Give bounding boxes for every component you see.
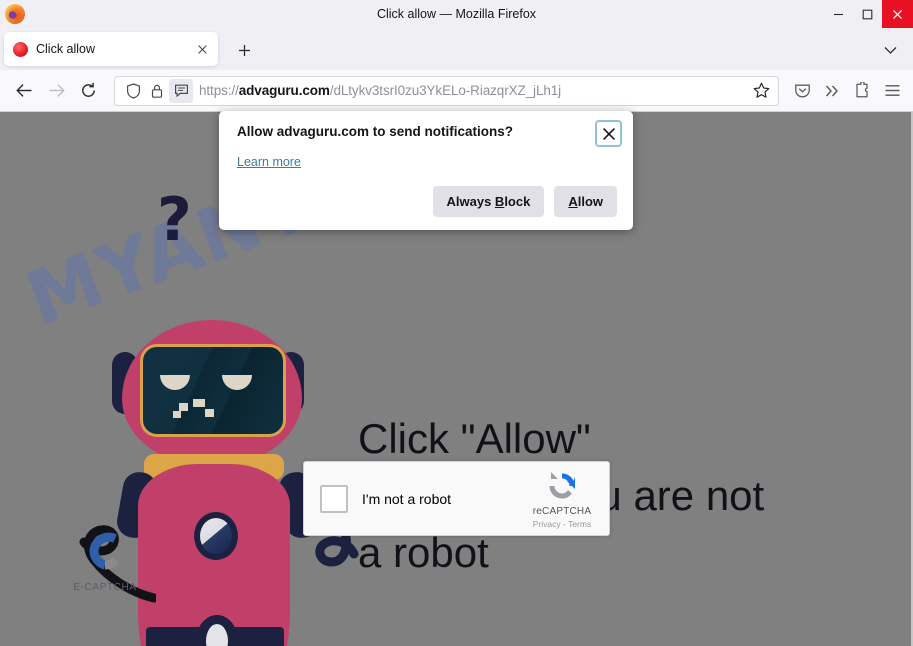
tab-strip: Click allow [0, 28, 913, 70]
recaptcha-label: I'm not a robot [362, 490, 452, 507]
minimize-button[interactable] [824, 0, 853, 28]
site-permissions-icon[interactable] [169, 78, 193, 103]
title-bar: Click allow — Mozilla Firefox [0, 0, 913, 28]
allow-suffix: llow [577, 194, 603, 209]
robot-chest-light [194, 512, 238, 560]
robot-mouth-pixel-1 [179, 403, 188, 411]
url-domain: advaguru.com [238, 82, 330, 98]
close-window-button[interactable] [882, 0, 913, 28]
tracking-protection-shield-icon[interactable] [121, 79, 145, 103]
always-block-suffix: lock [504, 194, 531, 209]
robot-visor [140, 344, 286, 437]
robot-belt-buckle-inner [206, 624, 228, 646]
url-text[interactable]: https://advaguru.com/dLtykv3tsrI0zu3YkEL… [199, 77, 748, 105]
firefox-logo-icon [5, 4, 25, 24]
ecaptcha-c-icon [82, 527, 128, 573]
recaptcha-brand-name: reCAPTCHA [532, 506, 592, 517]
robot-mouth-pixel-3 [173, 411, 181, 418]
window-controls [824, 0, 913, 28]
recaptcha-checkbox[interactable] [320, 484, 348, 513]
toolbar-right-actions [787, 76, 913, 106]
bookmark-star-icon[interactable] [748, 78, 774, 104]
window-title: Click allow — Mozilla Firefox [376, 7, 537, 21]
extensions-puzzle-icon[interactable] [847, 76, 877, 106]
recaptcha-branding: reCAPTCHA Privacy - Terms [523, 468, 609, 529]
pocket-save-icon[interactable] [787, 76, 817, 106]
tab-favicon-icon [13, 41, 28, 57]
tab-click-allow[interactable]: Click allow [4, 32, 218, 66]
maximize-button[interactable] [853, 0, 882, 28]
always-block-button[interactable]: Always Block [432, 186, 545, 217]
always-block-prefix: Always [446, 194, 495, 209]
back-button[interactable] [8, 76, 40, 106]
address-bar[interactable]: https://advaguru.com/dLtykv3tsrI0zu3YkEL… [114, 75, 779, 106]
robot-mouth-pixel-4 [205, 409, 214, 417]
dialog-title: Allow advaguru.com to send notifications… [237, 124, 514, 139]
url-scheme: https:// [199, 82, 239, 98]
always-block-accesskey: B [494, 194, 505, 209]
notification-permission-dialog: Allow advaguru.com to send notifications… [219, 111, 633, 230]
recaptcha-terms-links[interactable]: Privacy - Terms [523, 519, 601, 529]
recaptcha-logo-icon [544, 468, 580, 504]
forward-button[interactable] [40, 76, 72, 106]
robot-chest-light-inner [200, 518, 232, 554]
robot-eye-left [160, 375, 190, 390]
dialog-close-icon[interactable] [595, 120, 622, 147]
connection-secure-lock-icon[interactable] [145, 79, 169, 103]
reload-button[interactable] [72, 76, 104, 106]
question-mark-icon: ? [157, 185, 192, 255]
app-menu-hamburger-icon[interactable] [877, 76, 907, 106]
new-tab-button[interactable] [231, 38, 257, 62]
navigation-toolbar: https://advaguru.com/dLtykv3tsrI0zu3YkEL… [0, 70, 913, 112]
ecaptcha-label: E-CAPTCHA [73, 582, 137, 593]
overflow-chevron-double-right-icon[interactable] [817, 76, 847, 106]
robot-eye-right [222, 375, 252, 390]
headline-line-1: Click "Allow" [358, 415, 591, 462]
browser-window: Click allow — Mozilla Firefox Click allo… [0, 0, 913, 646]
allow-button[interactable]: Allow [554, 186, 617, 217]
robot-mouth-pixel-2 [193, 399, 205, 407]
ecaptcha-logo: E-CAPTCHA [70, 527, 140, 593]
tab-title: Click allow [36, 42, 96, 56]
allow-accesskey: A [568, 194, 578, 209]
close-tab-icon[interactable] [193, 40, 212, 59]
recaptcha-widget[interactable]: I'm not a robot reCAPTCHA Privacy - Term… [303, 461, 610, 536]
learn-more-link[interactable]: Learn more [237, 155, 301, 169]
dialog-actions: Always Block Allow [432, 186, 617, 217]
list-all-tabs-chevron-down-icon[interactable] [877, 38, 903, 62]
url-path: /dLtykv3tsrI0zu3YkELo-RiazqrXZ_jLh1j [329, 82, 562, 98]
